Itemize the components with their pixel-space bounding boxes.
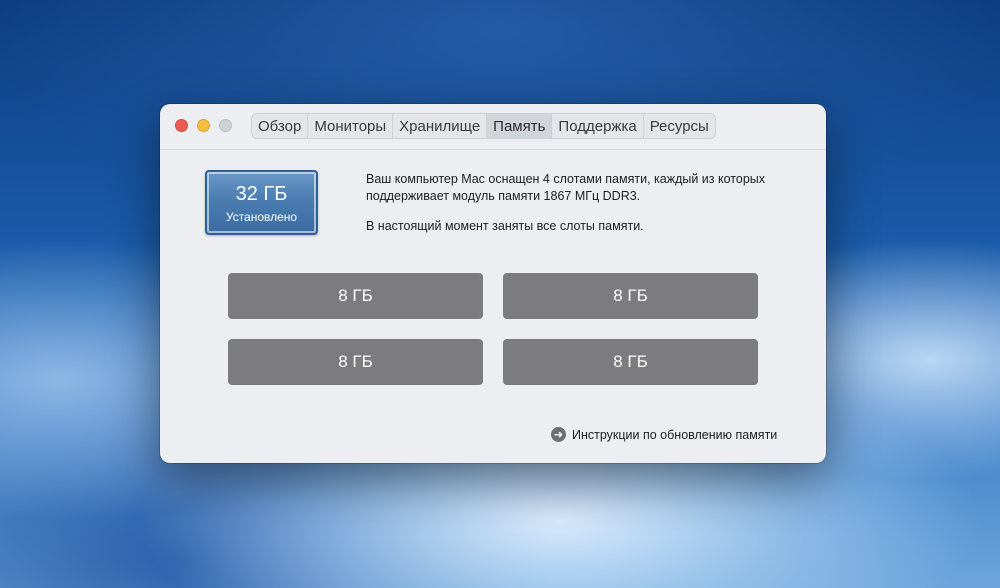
memory-description: Ваш компьютер Mac оснащен 4 слотами памя… bbox=[366, 171, 811, 235]
tab-support[interactable]: Поддержка bbox=[551, 114, 642, 138]
memory-upgrade-instructions-link[interactable]: ➜ Инструкции по обновлению памяти bbox=[551, 427, 777, 442]
tab-bar: Обзор Мониторы Хранилище Память Поддержк… bbox=[251, 113, 716, 139]
tab-storage[interactable]: Хранилище bbox=[392, 114, 486, 138]
desktop: { "window": { "tabs": [ {"label": "Обзор… bbox=[0, 0, 1000, 588]
zoom-button bbox=[219, 119, 232, 132]
tab-resources[interactable]: Ресурсы bbox=[642, 114, 715, 138]
memory-slot: 8 ГБ bbox=[228, 339, 483, 385]
title-bar: Обзор Мониторы Хранилище Память Поддержк… bbox=[160, 104, 826, 150]
arrow-right-circle-icon[interactable]: ➜ bbox=[551, 427, 566, 442]
tab-memory[interactable]: Память bbox=[486, 114, 552, 138]
tab-displays[interactable]: Мониторы bbox=[307, 114, 392, 138]
close-button[interactable] bbox=[175, 119, 188, 132]
installed-memory-badge: 32 ГБ Установлено bbox=[205, 170, 318, 235]
memory-slot: 8 ГБ bbox=[503, 339, 758, 385]
help-link-label[interactable]: Инструкции по обновлению памяти bbox=[572, 428, 777, 442]
tab-overview[interactable]: Обзор bbox=[252, 114, 307, 138]
memory-slots-info: Ваш компьютер Mac оснащен 4 слотами памя… bbox=[366, 172, 765, 203]
installed-memory-size: 32 ГБ bbox=[235, 183, 288, 205]
memory-slot: 8 ГБ bbox=[228, 273, 483, 319]
installed-memory-label: Установлено bbox=[225, 210, 298, 224]
memory-slot: 8 ГБ bbox=[503, 273, 758, 319]
minimize-button[interactable] bbox=[197, 119, 210, 132]
memory-slots-status: В настоящий момент заняты все слоты памя… bbox=[366, 219, 644, 233]
about-this-mac-window: Обзор Мониторы Хранилище Память Поддержк… bbox=[160, 104, 826, 463]
